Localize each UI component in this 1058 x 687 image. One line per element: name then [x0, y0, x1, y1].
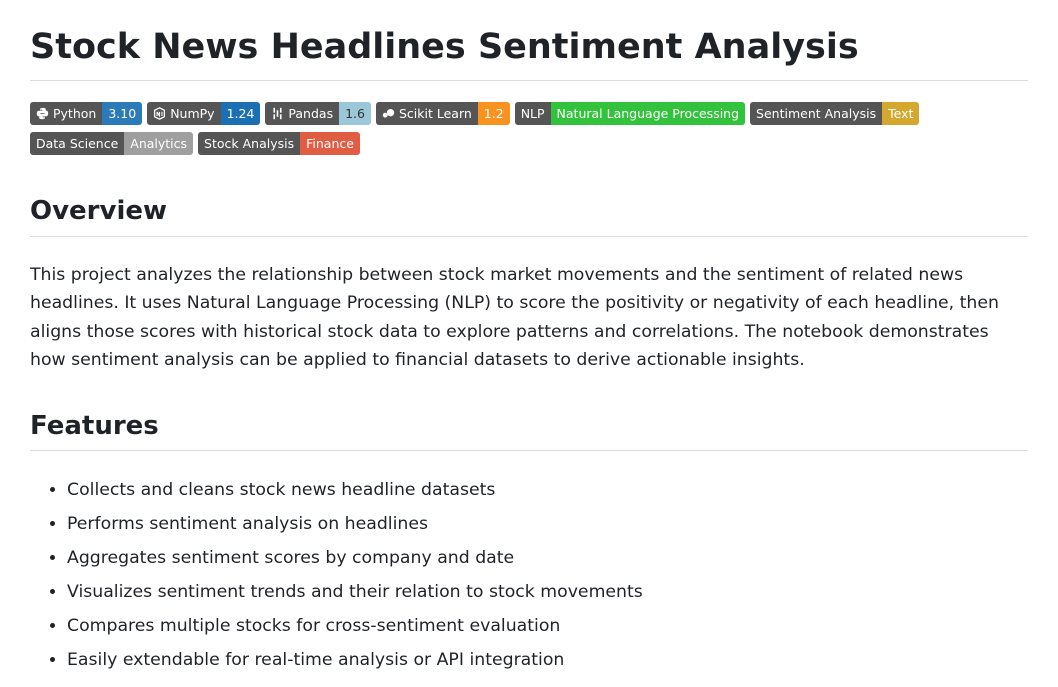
overview-heading: Overview — [30, 195, 1028, 237]
badge-row-2: Data Science Analytics Stock Analysis Fi… — [30, 132, 1028, 155]
badge-list: Python 3.10 NumPy 1.24 Pandas 1.6 Scikit… — [30, 102, 1028, 155]
badge-python[interactable]: Python 3.10 — [30, 102, 143, 125]
features-list: Collects and cleans stock news headline … — [30, 473, 1028, 677]
features-heading: Features — [30, 410, 1028, 451]
badge-pandas[interactable]: Pandas 1.6 — [265, 102, 371, 125]
overview-text: This project analyzes the relationship b… — [30, 264, 999, 371]
numpy-icon — [153, 107, 166, 120]
readme-page: Stock News Headlines Sentiment Analysis … — [0, 0, 1058, 677]
badge-numpy[interactable]: NumPy 1.24 — [147, 102, 261, 125]
list-item: Compares multiple stocks for cross-senti… — [67, 609, 1028, 643]
list-item: Collects and cleans stock news headline … — [67, 473, 1028, 507]
badge-scikit-learn[interactable]: Scikit Learn 1.2 — [375, 102, 510, 125]
badge-sentiment-analysis[interactable]: Sentiment Analysis Text — [750, 102, 920, 125]
page-title: Stock News Headlines Sentiment Analysis — [30, 0, 1028, 81]
list-item: Visualizes sentiment trends and their re… — [67, 575, 1028, 609]
badge-stock-analysis[interactable]: Stock Analysis Finance — [198, 132, 360, 155]
badge-nlp[interactable]: NLP Natural Language Processing — [514, 102, 746, 125]
list-item: Easily extendable for real-time analysis… — [67, 643, 1028, 677]
scikit-learn-icon — [382, 107, 395, 120]
list-item: Performs sentiment analysis on headlines — [67, 507, 1028, 541]
pandas-icon — [271, 107, 284, 120]
badge-row-1: Python 3.10 NumPy 1.24 Pandas 1.6 Scikit… — [30, 102, 1028, 125]
badge-data-science[interactable]: Data Science Analytics — [30, 132, 194, 155]
python-icon — [36, 107, 49, 120]
list-item: Aggregates sentiment scores by company a… — [67, 541, 1028, 575]
